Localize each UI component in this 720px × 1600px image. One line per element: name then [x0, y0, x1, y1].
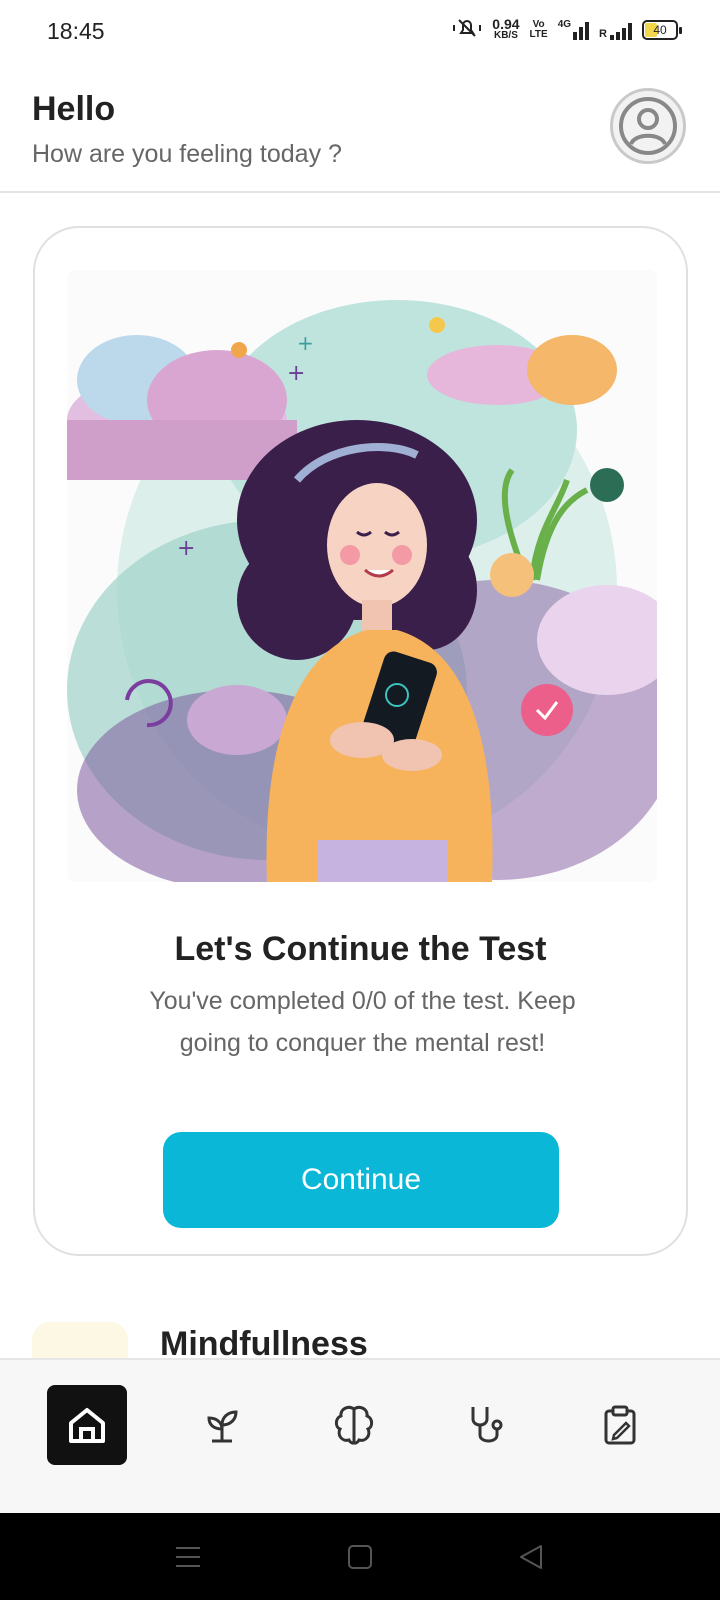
test-illustration: + + +: [67, 270, 657, 882]
volte-badge: Vo LTE: [529, 19, 548, 40]
stethoscope-icon: [471, 1407, 503, 1443]
nav-health[interactable]: [447, 1385, 527, 1465]
roaming-label: R: [599, 27, 607, 40]
svg-text:+: +: [297, 331, 314, 355]
nav-home[interactable]: [47, 1385, 127, 1465]
nav-reports[interactable]: [580, 1385, 660, 1465]
network-speed: 0.94 KB/S: [492, 15, 520, 41]
menu-icon[interactable]: [166, 1535, 210, 1579]
brain-icon: [334, 1405, 374, 1445]
volte-bottom: LTE: [529, 28, 548, 40]
svg-text:+: +: [287, 361, 305, 386]
card-title: Let's Continue the Test: [174, 930, 547, 968]
network-speed-value: 0.94: [492, 15, 520, 32]
back-icon[interactable]: [509, 1535, 553, 1579]
network-speed-unit: KB/S: [493, 29, 518, 41]
clipboard-icon: [604, 1405, 636, 1445]
greeting-subtitle: How are you feeling today ?: [32, 140, 342, 168]
profile-avatar[interactable]: [610, 88, 686, 164]
battery-icon: 40: [642, 19, 682, 40]
continue-button[interactable]: Continue: [163, 1132, 559, 1228]
battery-level: 40: [653, 22, 667, 37]
system-navigation-bar: [0, 1513, 720, 1600]
status-bar: 18:45 0.94 KB/S Vo LTE 4G R 40: [0, 0, 720, 62]
svg-text:+: +: [177, 536, 195, 561]
signal-roaming: R: [599, 20, 632, 40]
continue-test-card: + + + Let's Continue the Test You've com…: [33, 226, 688, 1256]
status-icons: 0.94 KB/S Vo LTE 4G R 40: [452, 15, 682, 43]
sprout-icon: [207, 1410, 238, 1443]
card-description: You've completed 0/0 of the test. Keep g…: [149, 987, 576, 1057]
network-type: 4G: [557, 18, 572, 30]
signal-4g: 4G: [557, 18, 590, 40]
nav-growth[interactable]: [182, 1385, 262, 1465]
mute-icon: [452, 16, 482, 43]
header: Hello How are you feeling today ?: [0, 62, 720, 193]
user-icon: [619, 97, 677, 155]
status-time: 18:45: [47, 18, 105, 44]
greeting-title: Hello: [32, 90, 116, 128]
home-square-icon[interactable]: [338, 1535, 382, 1579]
bottom-navigation: [0, 1358, 720, 1513]
nav-mind[interactable]: [314, 1385, 394, 1465]
home-icon: [69, 1408, 105, 1443]
mindfulness-thumbnail[interactable]: [32, 1322, 128, 1362]
